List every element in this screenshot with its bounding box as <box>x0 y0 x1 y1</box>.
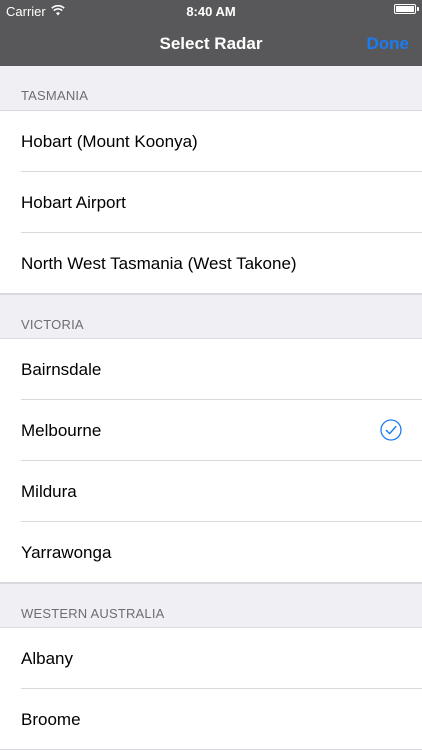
radar-row-label: Hobart (Mount Koonya) <box>21 131 198 151</box>
radar-row-label: Mildura <box>21 481 77 501</box>
radar-row[interactable]: Hobart (Mount Koonya) <box>0 111 422 172</box>
radar-row[interactable]: Bairnsdale <box>0 339 422 400</box>
page-title: Select Radar <box>159 34 263 53</box>
radar-row[interactable]: Mildura <box>0 461 422 522</box>
radar-row-label: North West Tasmania (West Takone) <box>21 253 297 273</box>
section-header: TASMANIA <box>0 66 422 111</box>
section: VICTORIA Bairnsdale Melbourne Mildura Yarraw… <box>0 294 422 583</box>
radar-row[interactable]: Yarrawonga <box>0 522 422 583</box>
done-button[interactable]: Done <box>367 34 410 54</box>
radar-row-label: Hobart Airport <box>21 192 126 212</box>
section-rows: Bairnsdale Melbourne Mildura Yarrawonga <box>0 339 422 583</box>
radar-row-label: Albany <box>21 648 73 668</box>
status-bar: Carrier 8:40 AM <box>0 0 422 22</box>
radar-row-label: Bairnsdale <box>21 359 102 379</box>
navigation-bar: Select Radar Done <box>0 22 422 66</box>
checkmark-icon <box>380 419 402 441</box>
radar-row[interactable]: Melbourne <box>0 400 422 461</box>
radar-row-label: Melbourne <box>21 420 102 440</box>
section-rows: Hobart (Mount Koonya) Hobart Airport North… <box>0 111 422 294</box>
radar-row[interactable]: Broome <box>0 689 422 750</box>
radar-list[interactable]: TASMANIA Hobart (Mount Koonya) Hobart Airp… <box>0 66 422 750</box>
section-header: WESTERN AUSTRALIA <box>0 583 422 628</box>
section-rows: Albany Broome <box>0 628 422 750</box>
section: TASMANIA Hobart (Mount Koonya) Hobart Airp… <box>0 66 422 294</box>
radar-row[interactable]: Albany <box>0 628 422 689</box>
section-header: VICTORIA <box>0 294 422 339</box>
radar-row[interactable]: North West Tasmania (West Takone) <box>0 233 422 294</box>
battery-icon <box>394 4 419 14</box>
radar-row-label: Yarrawonga <box>21 542 112 562</box>
status-time: 8:40 AM <box>186 4 236 19</box>
section: WESTERN AUSTRALIA Albany Broome <box>0 583 422 750</box>
radar-row-label: Broome <box>21 709 81 729</box>
radar-row[interactable]: Hobart Airport <box>0 172 422 233</box>
